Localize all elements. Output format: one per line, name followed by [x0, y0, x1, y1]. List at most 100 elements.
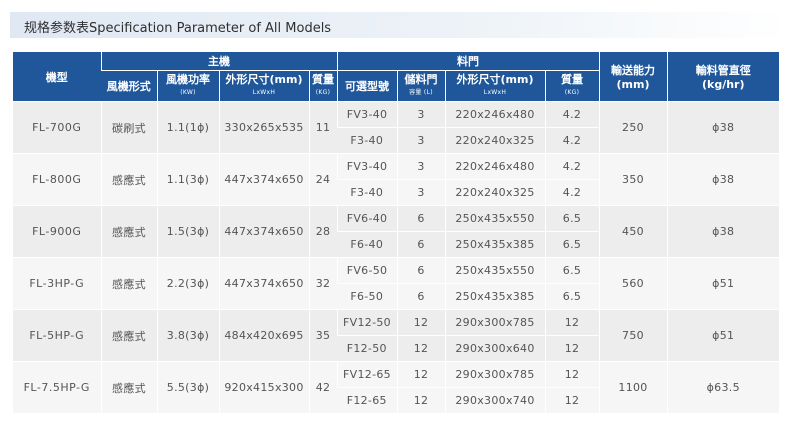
header-main-weight-label: 質量 — [312, 73, 334, 86]
header-hopper: 料門 — [336, 52, 599, 71]
header-storage-label: 儲料門 — [404, 73, 438, 86]
hopper-dims-cell: 220x246x480 — [444, 101, 545, 128]
fan-power-cell: 1.1(3ɸ) — [156, 153, 219, 206]
pipe-cell: ɸ51 — [666, 257, 779, 310]
hopper-model-cell: F3-40 — [337, 127, 397, 154]
hopper-dims-cell: 220x246x480 — [444, 153, 545, 180]
main-dims-cell: 330x265x535 — [218, 101, 309, 154]
storage-cell: 3 — [396, 153, 445, 180]
header-capacity-label: 輸送能力 — [611, 64, 655, 77]
capacity-cell: 350 — [598, 153, 667, 206]
header-main-weight-unit: (KG) — [315, 89, 331, 96]
fan-type-cell: 感應式 — [100, 309, 157, 362]
capacity-cell: 560 — [598, 257, 667, 310]
model-cell: FL-900G — [13, 205, 101, 258]
hopper-weight-cell: 6.5 — [544, 257, 599, 284]
hopper-dims-cell: 290x300x785 — [444, 309, 545, 336]
header-hopper-weight-label: 質量 — [561, 73, 583, 86]
table-row: FL-3HP-G 感應式 2.2(3ɸ) 447x374x650 32 FV6-… — [13, 257, 779, 310]
storage-cell: 12 — [396, 361, 445, 388]
model-cell: FL-700G — [13, 101, 101, 154]
model-cell: FL-5HP-G — [13, 309, 101, 362]
header-fan-type: 風機形式 — [101, 70, 157, 102]
hopper-model-cell: F12-50 — [337, 335, 397, 362]
main-dims-cell: 447x374x650 — [218, 205, 309, 258]
table-row: FL-700G 碳刷式 1.1(1ɸ) 330x265x535 11 FV3-4… — [13, 101, 779, 154]
hopper-model-cell: FV6-50 — [336, 257, 397, 284]
storage-cell: 6 — [396, 205, 445, 232]
fan-type-cell: 感應式 — [100, 205, 157, 258]
storage-cell: 6 — [396, 283, 445, 310]
pipe-cell: ɸ38 — [666, 205, 779, 258]
fan-type-cell: 感應式 — [100, 361, 157, 414]
fan-power-cell: 5.5(3ɸ) — [156, 361, 219, 414]
fan-power-cell: 2.2(3ɸ) — [156, 257, 219, 310]
main-weight-cell: 11 — [308, 101, 337, 154]
hopper-model-cell: FV12-50 — [336, 309, 397, 336]
hopper-weight-cell: 12 — [544, 309, 599, 336]
title-bar: 规格参数表Specification Parameter of All Mode… — [10, 12, 790, 38]
page-title: 规格参数表Specification Parameter of All Mode… — [24, 21, 332, 36]
header-hopper-dims-label: 外形尺寸(mm) — [456, 73, 534, 86]
hopper-dims-cell: 250x435x385 — [444, 231, 545, 258]
hopper-dims-cell: 250x435x550 — [444, 257, 545, 284]
header-storage: 儲料門 容量 (L) — [396, 70, 445, 102]
storage-cell: 12 — [396, 309, 445, 336]
header-main-dims-unit: LxWxH — [252, 89, 276, 96]
hopper-weight-cell: 6.5 — [544, 205, 599, 232]
storage-cell: 12 — [396, 387, 445, 414]
header-fan-power-label: 風機功率 — [166, 73, 210, 86]
header-hopper-weight-unit: (KG) — [564, 89, 580, 96]
hopper-weight-cell: 6.5 — [544, 283, 599, 310]
header-pipe-unit: (kg/hr) — [701, 78, 745, 91]
storage-cell: 12 — [396, 335, 445, 362]
storage-cell: 6 — [396, 231, 445, 258]
table-row: FL-7.5HP-G 感應式 5.5(3ɸ) 920x415x300 42 FV… — [13, 361, 779, 414]
main-weight-cell: 28 — [308, 205, 337, 258]
header-hopper-model: 可選型號 — [336, 70, 397, 102]
hopper-model-cell: FV3-40 — [336, 101, 397, 128]
header-pipe-diameter: 輸料管直徑 (kg/hr) — [666, 52, 779, 102]
hopper-dims-cell: 220x240x325 — [444, 127, 545, 154]
capacity-cell: 1100 — [598, 361, 667, 414]
hopper-weight-cell: 12 — [544, 335, 599, 362]
hopper-dims-cell: 290x300x785 — [444, 361, 545, 388]
fan-power-cell: 1.5(3ɸ) — [156, 205, 219, 258]
main-dims-cell: 447x374x650 — [218, 153, 309, 206]
hopper-model-cell: FV6-40 — [336, 205, 397, 232]
hopper-dims-cell: 290x300x640 — [444, 335, 545, 362]
header-main-dims: 外形尺寸(mm) LxWxH — [218, 70, 309, 102]
main-weight-cell: 32 — [308, 257, 337, 310]
main-dims-cell: 484x420x695 — [218, 309, 309, 362]
header-pipe-label: 輸料管直徑 — [695, 64, 751, 77]
pipe-cell: ɸ51 — [666, 309, 779, 362]
storage-cell: 3 — [396, 101, 445, 128]
header-capacity: 輸送能力 (mm) — [598, 52, 667, 102]
spec-table: 機型 主機 料門 輸送能力 (mm) 輸料管直徑 (kg/hr) 風機形式 風機… — [13, 52, 779, 414]
storage-cell: 3 — [396, 179, 445, 206]
hopper-weight-cell: 4.2 — [544, 127, 599, 154]
table-row: FL-5HP-G 感應式 3.8(3ɸ) 484x420x695 35 FV12… — [13, 309, 779, 362]
hopper-model-cell: F3-40 — [337, 179, 397, 206]
header-fan-power: 風機功率 (KW) — [156, 70, 219, 102]
header-main-weight: 質量 (KG) — [308, 70, 337, 102]
fan-power-cell: 1.1(1ɸ) — [156, 101, 219, 154]
hopper-weight-cell: 4.2 — [544, 179, 599, 206]
capacity-cell: 450 — [598, 205, 667, 258]
header-capacity-unit: (mm) — [616, 78, 650, 91]
header-hopper-dims-unit: LxWxH — [483, 89, 507, 96]
table-row: FL-800G 感應式 1.1(3ɸ) 447x374x650 24 FV3-4… — [13, 153, 779, 206]
fan-type-cell: 感應式 — [100, 257, 157, 310]
hopper-weight-cell: 6.5 — [544, 231, 599, 258]
main-weight-cell: 35 — [308, 309, 337, 362]
hopper-model-cell: FV3-40 — [336, 153, 397, 180]
hopper-dims-cell: 250x435x550 — [444, 205, 545, 232]
main-dims-cell: 920x415x300 — [218, 361, 309, 414]
hopper-model-cell: FV12-65 — [336, 361, 397, 388]
pipe-cell: ɸ63.5 — [666, 361, 779, 414]
pipe-cell: ɸ38 — [666, 153, 779, 206]
header-main-unit: 主機 — [100, 52, 337, 71]
hopper-dims-cell: 220x240x325 — [444, 179, 545, 206]
model-cell: FL-800G — [13, 153, 101, 206]
table-row: FL-900G 感應式 1.5(3ɸ) 447x374x650 28 FV6-4… — [13, 205, 779, 258]
